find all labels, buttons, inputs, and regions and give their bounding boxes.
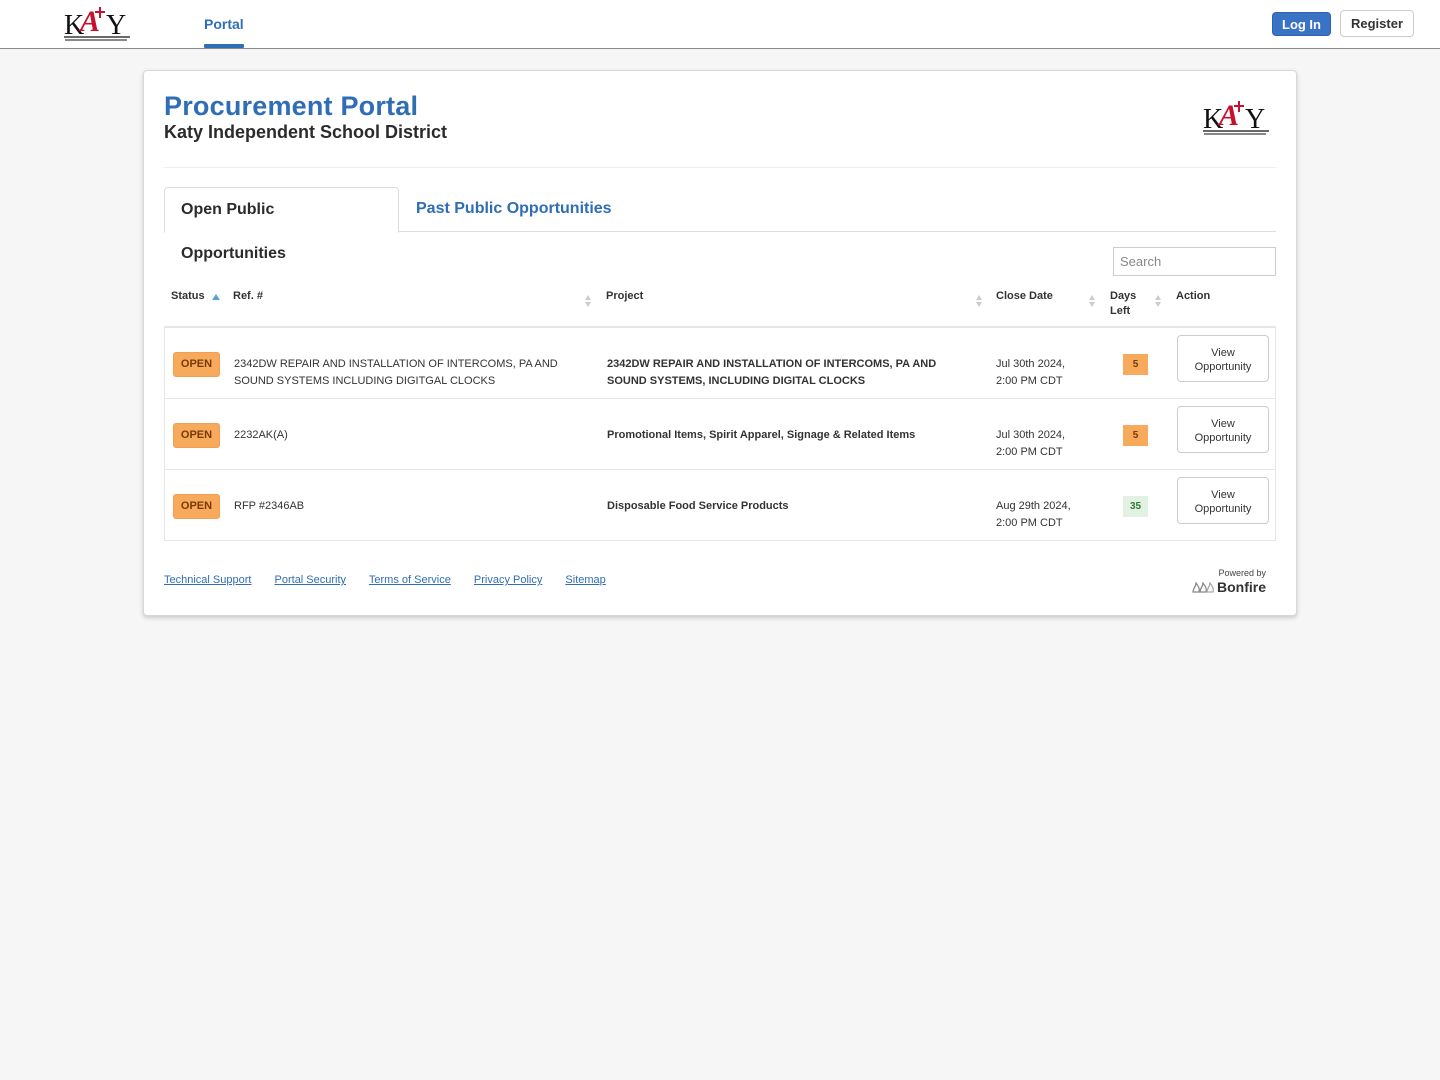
opportunity-label: Opportunity [1194, 431, 1252, 444]
svg-text:A: A [78, 5, 100, 38]
ref-number: 2232AK(A) [234, 429, 288, 441]
tab-open-opportunities[interactable]: Open Public Opportunities [164, 187, 399, 262]
sort-ascending-icon[interactable] [212, 294, 220, 300]
close-date-time: 2:00 PM CDT [996, 446, 1063, 458]
powered-by-label: Powered by [1218, 568, 1266, 578]
login-button[interactable]: Log In [1272, 12, 1331, 36]
status-badge: OPEN [173, 423, 220, 448]
ref-number: RFP #2346AB [234, 500, 305, 512]
search-input[interactable] [1113, 247, 1276, 276]
footer-link-privacy-policy[interactable]: Privacy Policy [474, 574, 542, 586]
register-button[interactable]: Register [1340, 10, 1414, 37]
table-header: Status Ref. # Project Close Date Days Le… [164, 285, 1276, 328]
opportunity-tabs: Open Public Opportunities Past Public Op… [164, 187, 1276, 262]
column-header-status[interactable]: Status [171, 289, 205, 304]
days-left-line2: Left [1110, 305, 1131, 317]
top-navbar: K A Y Portal Log In Register [0, 0, 1440, 49]
column-header-close-date[interactable]: Close Date [996, 289, 1053, 304]
view-opportunity-button[interactable]: View Opportunity [1177, 335, 1269, 382]
svg-text:A: A [1217, 99, 1239, 132]
days-left-badge: 5 [1123, 425, 1148, 446]
close-date: Jul 30th 2024, 2:00 PM CDT [996, 356, 1096, 390]
katy-isd-logo[interactable]: K A Y [62, 4, 132, 44]
footer-link-terms-of-service[interactable]: Terms of Service [369, 574, 451, 586]
column-header-days-left[interactable]: Days Left [1110, 289, 1136, 319]
view-label: View [1211, 346, 1235, 359]
tab-past-opportunities[interactable]: Past Public Opportunities [400, 187, 628, 232]
view-opportunity-button[interactable]: View Opportunity [1177, 477, 1269, 524]
sort-icon[interactable] [1089, 295, 1097, 309]
project-name: Disposable Food Service Products [607, 500, 789, 512]
footer-links: Technical Support Portal Security Terms … [164, 574, 626, 586]
bonfire-label: Bonfire [1217, 579, 1266, 595]
view-label: View [1211, 417, 1235, 430]
svg-text:Y: Y [1245, 104, 1265, 135]
opportunities-table-body: OPEN 2342DW REPAIR AND INSTALLATION OF I… [164, 328, 1276, 541]
view-label: View [1211, 488, 1235, 501]
table-row: OPEN 2342DW REPAIR AND INSTALLATION OF I… [165, 328, 1275, 399]
bonfire-flames-icon [1192, 582, 1214, 593]
project-name: Promotional Items, Spirit Apparel, Signa… [607, 429, 916, 441]
footer-link-technical-support[interactable]: Technical Support [164, 574, 251, 586]
status-badge: OPEN [173, 494, 220, 519]
page-subtitle: Katy Independent School District [164, 122, 448, 142]
close-date-time: 2:00 PM CDT [996, 517, 1063, 529]
status-badge: OPEN [173, 352, 220, 377]
procurement-card: Procurement Portal Katy Independent Scho… [143, 70, 1297, 616]
days-left-line1: Days [1110, 290, 1137, 302]
sort-icon[interactable] [1155, 295, 1163, 309]
column-header-project[interactable]: Project [606, 289, 643, 304]
close-date: Jul 30th 2024, 2:00 PM CDT [996, 427, 1096, 461]
column-header-action: Action [1176, 290, 1211, 302]
katy-isd-logo: K A Y [1203, 99, 1269, 135]
close-date-day: Aug 29th 2024, [996, 500, 1071, 512]
days-left-badge: 5 [1123, 354, 1148, 375]
footer-link-portal-security[interactable]: Portal Security [275, 574, 347, 586]
nav-tab-portal[interactable]: Portal [204, 0, 244, 48]
svg-text:Y: Y [106, 10, 126, 41]
sort-icon[interactable] [585, 295, 593, 309]
page-title: Procurement Portal [164, 91, 419, 121]
column-header-ref[interactable]: Ref. # [233, 289, 263, 304]
table-row: OPEN 2232AK(A) Promotional Items, Spirit… [165, 399, 1275, 470]
close-date: Aug 29th 2024, 2:00 PM CDT [996, 498, 1096, 532]
project-name: 2342DW REPAIR AND INSTALLATION OF INTERC… [607, 358, 937, 387]
powered-by-bonfire[interactable]: Powered by Bonfire [1186, 568, 1266, 596]
days-left-badge: 35 [1123, 496, 1148, 517]
view-opportunity-button[interactable]: View Opportunity [1177, 406, 1269, 453]
ref-number: 2342DW REPAIR AND INSTALLATION OF INTERC… [234, 358, 558, 387]
close-date-day: Jul 30th 2024, [996, 358, 1066, 370]
header-divider [164, 167, 1276, 168]
footer-link-sitemap[interactable]: Sitemap [565, 574, 605, 586]
bonfire-brand: Bonfire [1186, 578, 1266, 596]
table-row: OPEN RFP #2346AB Disposable Food Service… [165, 470, 1275, 540]
opportunity-label: Opportunity [1194, 502, 1252, 515]
close-date-day: Jul 30th 2024, [996, 429, 1066, 441]
sort-icon[interactable] [976, 295, 984, 309]
close-date-time: 2:00 PM CDT [996, 375, 1063, 387]
opportunity-label: Opportunity [1194, 360, 1252, 373]
